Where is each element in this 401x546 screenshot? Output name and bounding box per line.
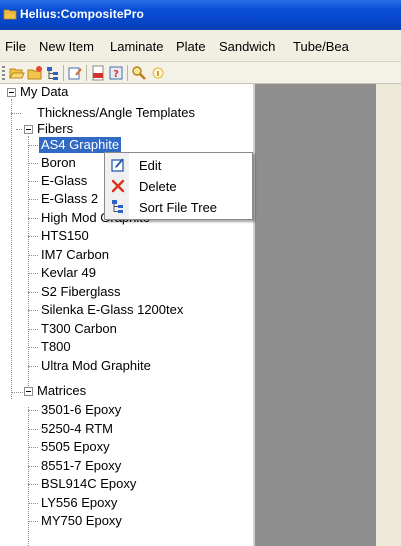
tree-node-fiber[interactable]: S2 Fiberglass (41, 284, 120, 300)
new-folder-icon[interactable] (27, 65, 43, 81)
tree-connector (16, 129, 22, 130)
tree-connector (11, 392, 23, 393)
tree-node-fiber[interactable]: Boron (41, 155, 76, 171)
context-menu-label: Edit (139, 158, 162, 173)
tree-connector (28, 521, 38, 522)
tree-connector (28, 484, 38, 485)
tree-connector (28, 181, 38, 182)
tree-node-fiber[interactable]: IM7 Carbon (41, 247, 109, 263)
tree-connector (28, 466, 38, 467)
tree-node-fiber[interactable]: Ultra Mod Graphite (41, 358, 151, 374)
tree-node-matrix[interactable]: BSL914C Epoxy (41, 476, 136, 492)
app-icon (3, 9, 17, 20)
workspace-panel (255, 84, 376, 546)
help-icon[interactable]: ? (108, 65, 124, 81)
context-menu-sort-file-tree[interactable]: Sort File Tree (105, 197, 252, 217)
tree-node-fiber[interactable]: Kevlar 49 (41, 265, 96, 281)
open-folder-icon[interactable] (9, 65, 25, 81)
tree-connector (28, 163, 38, 164)
tree-connector (28, 218, 38, 219)
tree-node-matrix[interactable]: 5505 Epoxy (41, 439, 110, 455)
tree-connector (28, 429, 38, 430)
tree-node-matrices[interactable]: Matrices (37, 383, 86, 399)
info-icon[interactable] (150, 65, 166, 81)
toolbar-grip[interactable] (2, 66, 5, 80)
context-menu: Edit Delete Sort File Tree (104, 152, 253, 220)
tree-node-fiber[interactable]: E-Glass (41, 173, 87, 189)
tree-node-fiber[interactable]: Silenka E-Glass 1200tex (41, 302, 183, 318)
tree-connector (28, 136, 29, 388)
tree-connector (28, 407, 29, 546)
tree-node-my-data[interactable]: My Data (20, 84, 68, 100)
tree-connector (28, 347, 38, 348)
tree-connector (28, 273, 38, 274)
menu-laminate[interactable]: Laminate (110, 39, 163, 54)
tree-connector (28, 410, 38, 411)
menu-bar: File New Item Laminate Plate Sandwich Tu… (0, 30, 401, 62)
tree-node-fiber[interactable]: HTS150 (41, 228, 89, 244)
toolbar-separator (86, 65, 87, 81)
tree-node-fiber[interactable]: E-Glass 2 (41, 191, 98, 207)
tree-node-matrix[interactable]: LY556 Epoxy (41, 495, 117, 511)
svg-text:?: ? (113, 69, 119, 80)
context-menu-label: Delete (139, 179, 177, 194)
tree-connector (28, 329, 38, 330)
context-menu-label: Sort File Tree (139, 200, 218, 215)
tree-connector (28, 145, 38, 146)
delete-icon (111, 179, 125, 193)
tree-connector (28, 503, 38, 504)
tree-node-matrix[interactable]: MY750 Epoxy (41, 513, 122, 529)
tree-connector (28, 292, 38, 293)
side-strip (376, 84, 401, 546)
tree-node-fiber[interactable]: T800 (41, 339, 71, 355)
context-menu-edit[interactable]: Edit (105, 155, 252, 175)
expand-toggle-matrices[interactable] (24, 387, 33, 396)
sort-tree-icon (112, 200, 123, 213)
search-icon[interactable] (131, 65, 147, 81)
tree-connector (28, 199, 38, 200)
sort-tree-icon[interactable] (45, 65, 61, 81)
edit-properties-icon[interactable] (67, 65, 83, 81)
title-bar: Helius:CompositePro (0, 0, 401, 30)
menu-tube-beam[interactable]: Tube/Bea (293, 39, 349, 54)
menu-plate[interactable]: Plate (176, 39, 206, 54)
menu-new-item[interactable]: New Item (39, 39, 94, 54)
edit-icon (111, 158, 124, 172)
tree-connector (11, 99, 12, 399)
expand-toggle-my-data[interactable] (7, 88, 16, 97)
tree-node-templates[interactable]: Thickness/Angle Templates (37, 105, 195, 121)
menu-sandwich[interactable]: Sandwich (219, 39, 275, 54)
tree-connector (28, 236, 38, 237)
tree-node-matrix[interactable]: 8551-7 Epoxy (41, 458, 121, 474)
tree-connector (28, 366, 38, 367)
tree-node-fibers[interactable]: Fibers (37, 121, 73, 137)
toolbar-separator (127, 65, 128, 81)
tree-node-fiber[interactable]: AS4 Graphite (39, 137, 122, 153)
tree-connector (11, 113, 21, 114)
tree-connector (28, 310, 38, 311)
menu-file[interactable]: File (5, 39, 26, 54)
tree-node-matrix[interactable]: 3501-6 Epoxy (41, 402, 121, 418)
window-title: Helius:CompositePro (20, 7, 144, 21)
toolbar-separator (63, 65, 64, 81)
tree-node-fiber[interactable]: T300 Carbon (41, 321, 117, 337)
tree-connector (28, 447, 38, 448)
pdf-document-icon[interactable] (90, 65, 106, 81)
tree-connector (28, 255, 38, 256)
toolbar: ? (0, 62, 401, 84)
context-menu-delete[interactable]: Delete (105, 176, 252, 196)
expand-toggle-fibers[interactable] (24, 125, 33, 134)
tree-node-matrix[interactable]: 5250-4 RTM (41, 421, 113, 437)
